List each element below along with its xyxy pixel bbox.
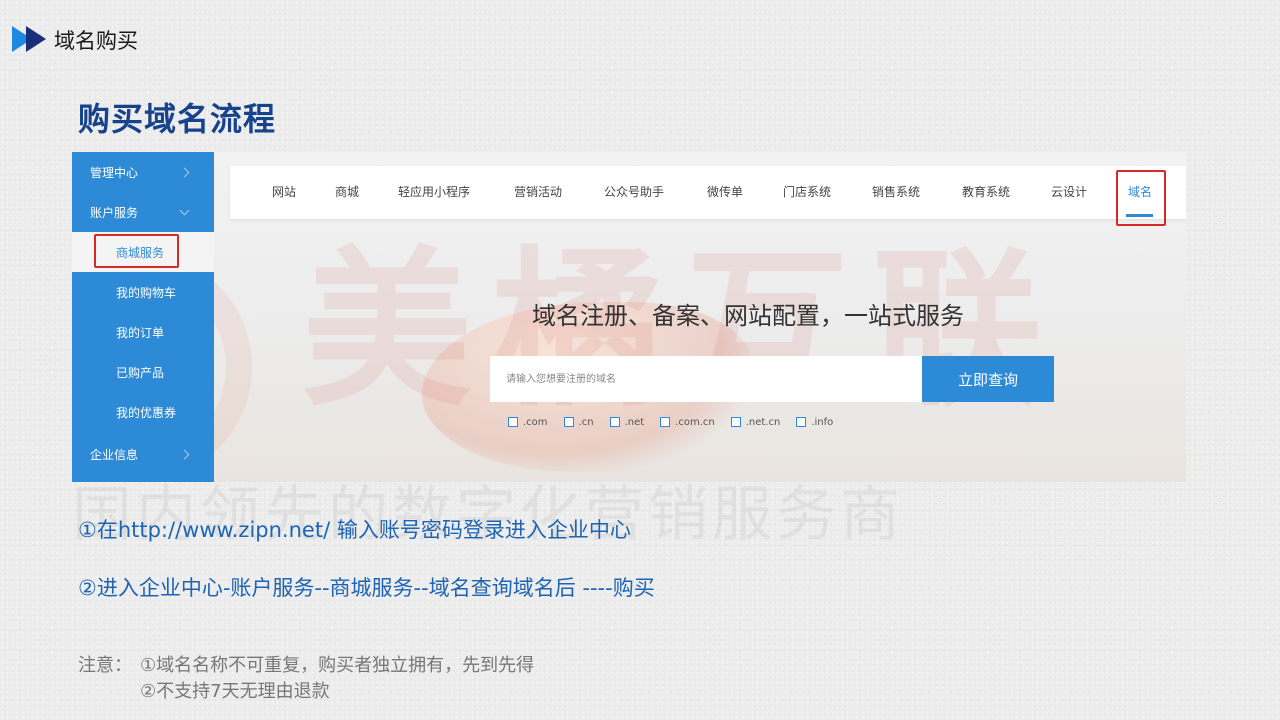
website-screenshot: 美橘互联 管理中心 账户服务 商城服务 我的购物车 我的订单 已购产品 我的优惠… bbox=[72, 152, 1186, 482]
suffix-checkbox-com-cn[interactable]: .com.cn bbox=[660, 417, 715, 428]
domain-search-input[interactable] bbox=[490, 356, 922, 402]
step-1-text: ①在http://www.zipn.net/ 输入账号密码登录进入企业中心 bbox=[78, 518, 631, 542]
checkbox-icon[interactable] bbox=[796, 417, 807, 427]
slide-header: 域名购买 bbox=[12, 26, 138, 54]
nav-mall[interactable]: 商城 bbox=[335, 166, 359, 219]
chevron-right-icon bbox=[179, 167, 190, 177]
highlight-box-domain bbox=[1116, 170, 1166, 226]
suffix-checkbox-info[interactable]: .info bbox=[796, 417, 833, 428]
suffix-checkbox-net[interactable]: .net bbox=[609, 417, 644, 428]
note-line-2: ②不支持7天无理由退款 bbox=[140, 681, 330, 702]
note-label: 注意： bbox=[78, 655, 132, 676]
note-line-1: ①域名名称不可重复，购买者独立拥有，先到先得 bbox=[140, 655, 535, 676]
checkbox-icon[interactable] bbox=[730, 417, 741, 427]
checkbox-icon[interactable] bbox=[660, 417, 671, 427]
sidebar-item-management-center[interactable]: 管理中心 bbox=[72, 152, 214, 192]
slide-title: 购买域名流程 bbox=[78, 100, 277, 138]
hero-heading: 域名注册、备案、网站配置，一站式服务 bbox=[532, 302, 964, 330]
nav-website[interactable]: 网站 bbox=[272, 166, 296, 219]
nav-cloud-design[interactable]: 云设计 bbox=[1051, 166, 1087, 219]
nav-store-system[interactable]: 门店系统 bbox=[783, 166, 831, 219]
suffix-checkbox-net-cn[interactable]: .net.cn bbox=[730, 417, 780, 428]
nav-micro-flyer[interactable]: 微传单 bbox=[707, 166, 743, 219]
suffix-checkbox-cn[interactable]: .cn bbox=[563, 417, 594, 428]
sidebar: 管理中心 账户服务 商城服务 我的购物车 我的订单 已购产品 我的优惠券 企业信… bbox=[72, 152, 214, 482]
sidebar-item-my-orders[interactable]: 我的订单 bbox=[72, 312, 214, 352]
section-title: 域名购买 bbox=[54, 29, 138, 53]
chevron-down-icon bbox=[179, 205, 190, 215]
checkbox-icon[interactable] bbox=[508, 417, 518, 427]
checkbox-icon[interactable] bbox=[609, 417, 620, 427]
nav-official-account[interactable]: 公众号助手 bbox=[604, 166, 664, 219]
nav-marketing[interactable]: 营销活动 bbox=[514, 166, 562, 219]
highlight-box-mall-service bbox=[94, 234, 179, 268]
domain-suffix-options: .com .cn .net .com.cn .net.cn .info bbox=[508, 414, 849, 430]
sidebar-item-purchased-products[interactable]: 已购产品 bbox=[72, 352, 214, 392]
play-arrows-icon bbox=[12, 26, 50, 54]
nav-education-system[interactable]: 教育系统 bbox=[962, 166, 1010, 219]
search-now-button[interactable]: 立即查询 bbox=[922, 356, 1054, 402]
nav-mini-program[interactable]: 轻应用小程序 bbox=[398, 166, 470, 219]
chevron-right-icon bbox=[179, 449, 190, 459]
sidebar-item-shopping-cart[interactable]: 我的购物车 bbox=[72, 272, 214, 312]
top-nav: 网站 商城 轻应用小程序 营销活动 公众号助手 微传单 门店系统 销售系统 教育… bbox=[230, 166, 1186, 226]
sidebar-item-coupons[interactable]: 我的优惠券 bbox=[72, 392, 214, 432]
nav-sales-system[interactable]: 销售系统 bbox=[872, 166, 920, 219]
step-2-text: ②进入企业中心-账户服务--商城服务--域名查询域名后 ----购买 bbox=[78, 576, 655, 600]
checkbox-icon[interactable] bbox=[563, 417, 574, 427]
suffix-checkbox-com[interactable]: .com bbox=[508, 417, 548, 428]
sidebar-item-account-service[interactable]: 账户服务 bbox=[72, 192, 214, 232]
